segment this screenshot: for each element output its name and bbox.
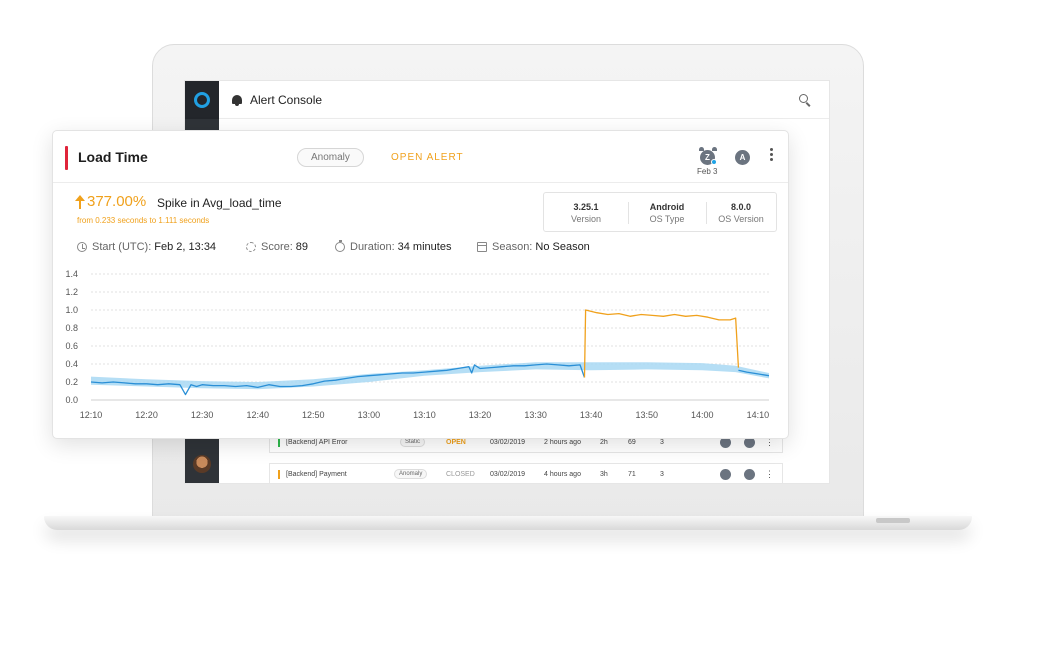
x-tick-label: 13:10 — [413, 410, 436, 420]
property-version: 3.25.1 Version — [570, 202, 602, 224]
load-time-chart: 0.0 0.2 0.4 0.6 0.8 1.0 1.2 1.4 12:10 12:20 12:30 1… — [65, 269, 770, 420]
timer-icon — [335, 240, 345, 252]
x-tick-label: 13:00 — [358, 410, 381, 420]
alert-type-chip: Anomaly — [297, 148, 364, 167]
row-status-mark — [278, 470, 280, 479]
laptop-notch — [876, 518, 910, 523]
search-icon[interactable] — [799, 94, 811, 107]
season: Season: No Season — [477, 241, 590, 253]
x-tick-label: 14:00 — [691, 410, 714, 420]
row-status: OPEN — [446, 439, 466, 446]
x-tick-label: 13:40 — [580, 410, 603, 420]
calendar-icon — [477, 242, 487, 252]
row-name: [Backend] Payment — [286, 471, 347, 478]
snooze-icon[interactable]: Z — [698, 147, 718, 167]
x-tick-label: 12:30 — [191, 410, 214, 420]
severity-bar — [65, 146, 68, 170]
user-avatar[interactable] — [193, 455, 211, 473]
y-tick-label: 0.2 — [65, 377, 78, 387]
page-title: Alert Console — [250, 92, 323, 107]
assignee-icon[interactable] — [744, 469, 755, 480]
x-tick-label: 13:50 — [635, 410, 658, 420]
y-tick-label: 1.2 — [65, 287, 78, 297]
row-duration: 3h — [600, 471, 608, 478]
property-os-version: 8.0.0 OS Version — [718, 202, 764, 224]
y-tick-label: 1.4 — [65, 269, 78, 279]
score-icon — [246, 242, 256, 252]
alert-card[interactable]: Load Time Anomaly OPEN ALERT Z Feb 3 A 3… — [52, 130, 789, 439]
y-tick-label: 0.8 — [65, 323, 78, 333]
clock-icon — [77, 242, 87, 252]
alert-title: Load Time — [78, 149, 148, 165]
y-tick-label: 1.0 — [65, 305, 78, 315]
more-icon[interactable] — [770, 148, 774, 166]
arrow-up-icon — [75, 195, 85, 209]
row-duration: 2h — [600, 439, 608, 446]
table-row[interactable]: [Backend] Payment Anomaly CLOSED 03/02/2… — [269, 463, 783, 483]
y-tick-label: 0.6 — [65, 341, 78, 351]
alert-card-header: Load Time Anomaly OPEN ALERT Z Feb 3 A — [53, 131, 788, 183]
row-age: 2 hours ago — [544, 439, 581, 446]
row-status-mark — [278, 438, 280, 447]
duration: Duration: 34 minutes — [335, 240, 451, 253]
logo-icon — [194, 92, 210, 108]
properties-box: 3.25.1 Version Android OS Type 8.0.0 OS Ver… — [543, 192, 777, 232]
row-score: 69 — [628, 439, 636, 446]
score: Score: 89 — [246, 241, 308, 253]
x-tick-label: 12:50 — [302, 410, 325, 420]
change-percent: 377.00% — [87, 193, 147, 210]
change-range: from 0.233 seconds to 1.111 seconds — [77, 216, 210, 225]
snooze-icon[interactable] — [720, 469, 731, 480]
row-date: 03/02/2019 — [490, 439, 526, 446]
app-header: Alert Console — [219, 81, 829, 119]
alert-status: OPEN ALERT — [391, 152, 464, 163]
row-date: 03/02/2019 — [490, 471, 526, 478]
row-status: CLOSED — [446, 471, 475, 478]
row-count: 3 — [660, 471, 664, 478]
more-icon[interactable]: ⋮ — [765, 469, 774, 480]
x-tick-label: 13:30 — [524, 410, 547, 420]
row-count: 3 — [660, 439, 664, 446]
row-name: [Backend] API Error — [286, 439, 348, 446]
app-logo[interactable] — [185, 81, 219, 119]
property-os-type: Android OS Type — [649, 202, 685, 224]
y-tick-label: 0.4 — [65, 359, 78, 369]
bell-icon — [231, 94, 243, 106]
start-time: Start (UTC): Feb 2, 13:34 — [77, 241, 216, 253]
change-description: Spike in Avg_load_time — [157, 196, 282, 210]
x-tick-label: 12:40 — [246, 410, 269, 420]
snooze-date: Feb 3 — [697, 167, 718, 176]
x-tick-label: 12:10 — [80, 410, 103, 420]
y-tick-label: 0.0 — [65, 395, 78, 405]
row-type-chip: Anomaly — [394, 469, 428, 479]
assignee-icon[interactable]: A — [735, 150, 750, 165]
row-score: 71 — [628, 471, 636, 478]
laptop-base — [44, 516, 972, 530]
x-tick-label: 12:20 — [135, 410, 158, 420]
row-age: 4 hours ago — [544, 471, 581, 478]
x-tick-label: 14:10 — [747, 410, 770, 420]
x-tick-label: 13:20 — [469, 410, 492, 420]
